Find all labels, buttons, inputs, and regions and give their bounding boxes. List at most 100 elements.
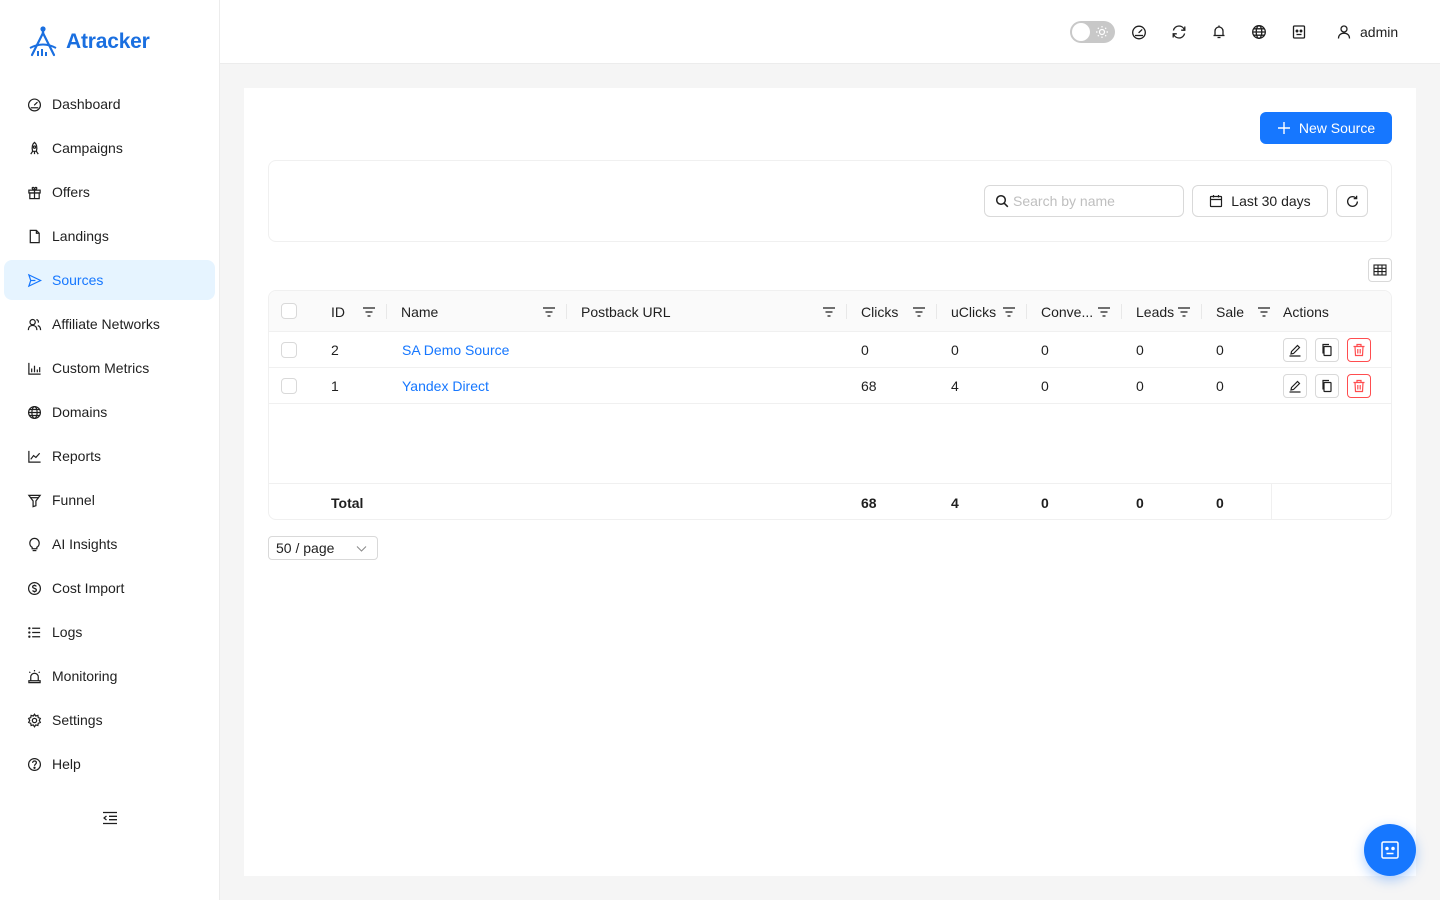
user-icon <box>1337 25 1351 39</box>
delete-button[interactable] <box>1347 338 1371 362</box>
filter-icon[interactable] <box>1177 305 1191 319</box>
cell-clicks: 68 <box>861 378 877 394</box>
bell-icon[interactable] <box>1209 22 1229 42</box>
cell-uclicks: 0 <box>951 342 959 358</box>
column-separator <box>936 304 937 319</box>
table-icon <box>1373 264 1387 276</box>
theme-toggle[interactable] <box>1070 21 1115 43</box>
ai-assistant-button[interactable] <box>1364 824 1416 876</box>
sidebar-item-reports[interactable]: Reports <box>4 436 215 476</box>
delete-button[interactable] <box>1347 374 1371 398</box>
copy-button[interactable] <box>1315 338 1339 362</box>
funnel-icon <box>26 492 42 508</box>
source-name-link[interactable]: Yandex Direct <box>402 368 489 404</box>
refresh-button[interactable] <box>1336 185 1368 217</box>
table-header: ID Name Postback URL Clicks uClicks Conv… <box>269 291 1391 332</box>
cell-leads: 0 <box>1136 378 1144 394</box>
row-checkbox[interactable] <box>281 378 297 394</box>
bar-chart-icon <box>26 360 42 376</box>
bulb-icon <box>26 536 42 552</box>
page-size-value: 50 / page <box>276 540 335 556</box>
app-name: Atracker <box>66 30 150 53</box>
user-menu[interactable]: admin <box>1336 20 1398 44</box>
sidebar-item-funnel[interactable]: Funnel <box>4 480 215 520</box>
sidebar-item-monitoring[interactable]: Monitoring <box>4 656 215 696</box>
filter-icon[interactable] <box>1097 305 1111 319</box>
menu-fold-icon[interactable] <box>101 809 119 827</box>
sidebar-item-offers[interactable]: Offers <box>4 172 215 212</box>
sidebar-item-cost-import[interactable]: Cost Import <box>4 568 215 608</box>
column-header-name[interactable]: Name <box>401 291 438 332</box>
sidebar: Atracker Dashboard Campaigns Offers Land… <box>0 0 220 900</box>
delete-icon <box>1353 343 1365 357</box>
column-header-clicks[interactable]: Clicks <box>861 291 898 332</box>
edit-button[interactable] <box>1283 338 1307 362</box>
new-source-label: New Source <box>1298 120 1376 136</box>
filter-icon[interactable] <box>912 305 926 319</box>
date-range-button[interactable]: Last 30 days <box>1192 185 1328 217</box>
filter-icon[interactable] <box>362 305 376 319</box>
sidebar-item-campaigns[interactable]: Campaigns <box>4 128 215 168</box>
robot-icon[interactable] <box>1289 22 1309 42</box>
column-separator <box>1121 304 1122 319</box>
column-header-conversions[interactable]: Conve... <box>1041 291 1093 332</box>
list-icon <box>26 624 42 640</box>
sidebar-item-settings[interactable]: Settings <box>4 700 215 740</box>
dashboard-icon[interactable] <box>1129 22 1149 42</box>
column-header-leads[interactable]: Leads <box>1136 291 1174 332</box>
cell-conversions: 0 <box>1041 342 1049 358</box>
filter-icon[interactable] <box>822 305 836 319</box>
total-conversions: 0 <box>1041 495 1049 511</box>
column-header-id[interactable]: ID <box>331 291 345 332</box>
source-name-link[interactable]: SA Demo Source <box>402 332 509 368</box>
sidebar-item-label: Sources <box>52 272 104 288</box>
copy-icon <box>1322 379 1332 393</box>
sidebar-item-sources[interactable]: Sources <box>4 260 215 300</box>
search-box[interactable] <box>984 185 1184 217</box>
logo[interactable]: Atracker <box>26 24 150 60</box>
filter-card: Last 30 days <box>268 160 1392 242</box>
page-size-select[interactable]: 50 / page <box>268 536 378 560</box>
question-icon <box>26 756 42 772</box>
column-header-uclicks[interactable]: uClicks <box>951 291 996 332</box>
select-all-checkbox[interactable] <box>281 303 297 319</box>
sidebar-item-dashboard[interactable]: Dashboard <box>4 84 215 124</box>
search-input[interactable] <box>1013 193 1173 209</box>
total-sale: 0 <box>1216 495 1224 511</box>
line-chart-icon <box>26 448 42 464</box>
column-settings-button[interactable] <box>1368 258 1392 282</box>
filter-icon[interactable] <box>542 305 556 319</box>
sidebar-item-label: Affiliate Networks <box>52 316 160 332</box>
copy-button[interactable] <box>1315 374 1339 398</box>
copy-icon <box>1322 343 1332 357</box>
sidebar-item-logs[interactable]: Logs <box>4 612 215 652</box>
sidebar-item-domains[interactable]: Domains <box>4 392 215 432</box>
sync-icon[interactable] <box>1169 22 1189 42</box>
gift-icon <box>26 184 42 200</box>
column-separator <box>1026 304 1027 319</box>
filter-icon[interactable] <box>1002 305 1016 319</box>
chevron-down-icon <box>356 546 367 552</box>
column-header-sale[interactable]: Sale <box>1216 291 1244 332</box>
sidebar-item-custom-metrics[interactable]: Custom Metrics <box>4 348 215 388</box>
globe-icon[interactable] <box>1249 22 1269 42</box>
sidebar-menu: Dashboard Campaigns Offers Landings Sour… <box>4 84 215 788</box>
sidebar-item-label: Offers <box>52 184 90 200</box>
total-label: Total <box>331 495 364 511</box>
row-checkbox[interactable] <box>281 342 297 358</box>
sidebar-item-ai-insights[interactable]: AI Insights <box>4 524 215 564</box>
sidebar-item-landings[interactable]: Landings <box>4 216 215 256</box>
table-row: 1 Yandex Direct 68 4 0 0 0 <box>269 368 1391 404</box>
sidebar-item-help[interactable]: Help <box>4 744 215 784</box>
filter-icon[interactable] <box>1257 305 1271 319</box>
column-header-postback-url[interactable]: Postback URL <box>581 291 670 332</box>
new-source-button[interactable]: New Source <box>1260 112 1392 144</box>
edit-icon <box>1289 344 1301 357</box>
dollar-icon <box>26 580 42 596</box>
calendar-icon <box>1210 195 1223 208</box>
table-summary-row: Total 68 4 0 0 0 <box>269 483 1391 519</box>
edit-button[interactable] <box>1283 374 1307 398</box>
sidebar-item-affiliate-networks[interactable]: Affiliate Networks <box>4 304 215 344</box>
dashboard-icon <box>26 96 42 112</box>
file-icon <box>26 228 42 244</box>
